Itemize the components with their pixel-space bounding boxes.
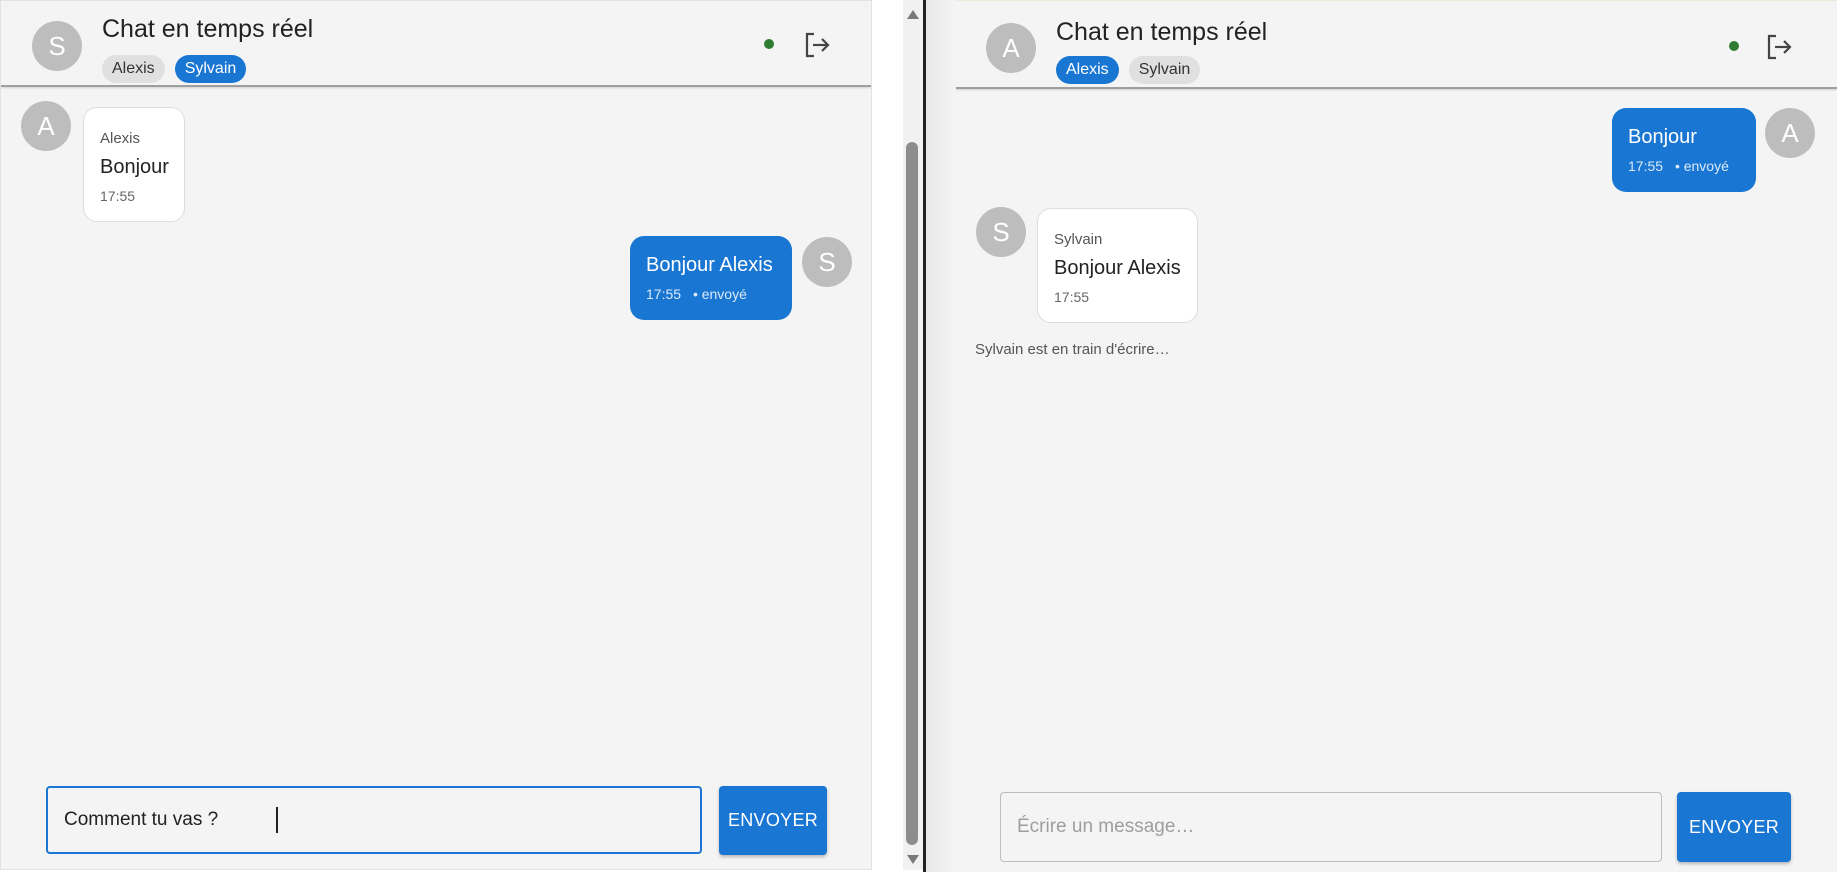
message-text: Bonjour Alexis	[1054, 257, 1181, 279]
chat-header: S Chat en temps réel Alexis Sylvain	[1, 1, 871, 87]
scrollbar[interactable]	[872, 0, 923, 870]
typing-indicator: Sylvain est en train d'écrire…	[975, 341, 1170, 358]
page-title: Chat en temps réel	[102, 15, 314, 43]
send-button[interactable]: ENVOYER	[1677, 792, 1791, 862]
message-meta: 17:55 • envoyé	[1628, 158, 1729, 174]
message-meta: 17:55 • envoyé	[646, 286, 747, 302]
message-time: 17:55	[1054, 289, 1090, 305]
window-edge	[926, 0, 956, 872]
message-time: 17:55	[100, 188, 136, 204]
logout-icon[interactable]	[1764, 32, 1794, 62]
message-sender: Sylvain	[1054, 231, 1103, 248]
user-chip-alexis[interactable]: Alexis	[1056, 56, 1119, 84]
send-button[interactable]: ENVOYER	[719, 786, 827, 855]
message-text: Bonjour	[100, 156, 169, 178]
message-avatar: A	[21, 101, 71, 151]
message-sender: Alexis	[100, 130, 141, 147]
logout-icon[interactable]	[802, 30, 832, 60]
text-caret	[276, 807, 279, 833]
message-bubble: Bonjour 17:55 • envoyé	[1612, 108, 1756, 192]
message-input-placeholder: Écrire un message…	[1017, 816, 1195, 837]
user-chips: Alexis Sylvain	[102, 55, 247, 83]
chat-window-left: S Chat en temps réel Alexis Sylvain A Al…	[0, 0, 872, 870]
message-status: • envoyé	[1674, 158, 1729, 174]
message-time: 17:55	[1628, 158, 1664, 174]
user-chip-sylvain[interactable]: Sylvain	[174, 55, 247, 83]
scroll-down-arrow-icon[interactable]	[907, 855, 919, 864]
message-time: 17:55	[646, 286, 682, 302]
chat-header: A Chat en temps réel Alexis Sylvain	[956, 1, 1837, 89]
user-chip-sylvain[interactable]: Sylvain	[1128, 56, 1201, 84]
message-input-value: Comment tu vas ?	[64, 809, 219, 830]
message-avatar: S	[976, 207, 1026, 257]
chat-window-right: A Chat en temps réel Alexis Sylvain Bonj…	[956, 0, 1837, 872]
user-chip-alexis[interactable]: Alexis	[102, 55, 165, 83]
screen: S Chat en temps réel Alexis Sylvain A Al…	[0, 0, 1837, 872]
online-status-icon	[1729, 41, 1739, 51]
avatar: S	[32, 21, 82, 71]
message-avatar: S	[802, 237, 852, 287]
message-bubble: Bonjour Alexis 17:55 • envoyé	[630, 236, 792, 320]
message-input[interactable]: Écrire un message…	[1000, 792, 1662, 862]
scroll-up-arrow-icon[interactable]	[907, 10, 919, 19]
message-text: Bonjour Alexis	[646, 254, 773, 276]
message-avatar: A	[1765, 108, 1815, 158]
scroll-thumb[interactable]	[906, 142, 918, 845]
online-status-icon	[764, 39, 774, 49]
message-status: • envoyé	[692, 286, 747, 302]
message-bubble: Sylvain Bonjour Alexis 17:55	[1037, 208, 1198, 323]
message-bubble: Alexis Bonjour 17:55	[83, 107, 185, 222]
message-text: Bonjour	[1628, 126, 1697, 148]
page-title: Chat en temps réel	[1056, 18, 1268, 46]
user-chips: Alexis Sylvain	[1056, 56, 1201, 84]
message-input[interactable]: Comment tu vas ?	[46, 786, 702, 854]
avatar: A	[986, 23, 1036, 73]
